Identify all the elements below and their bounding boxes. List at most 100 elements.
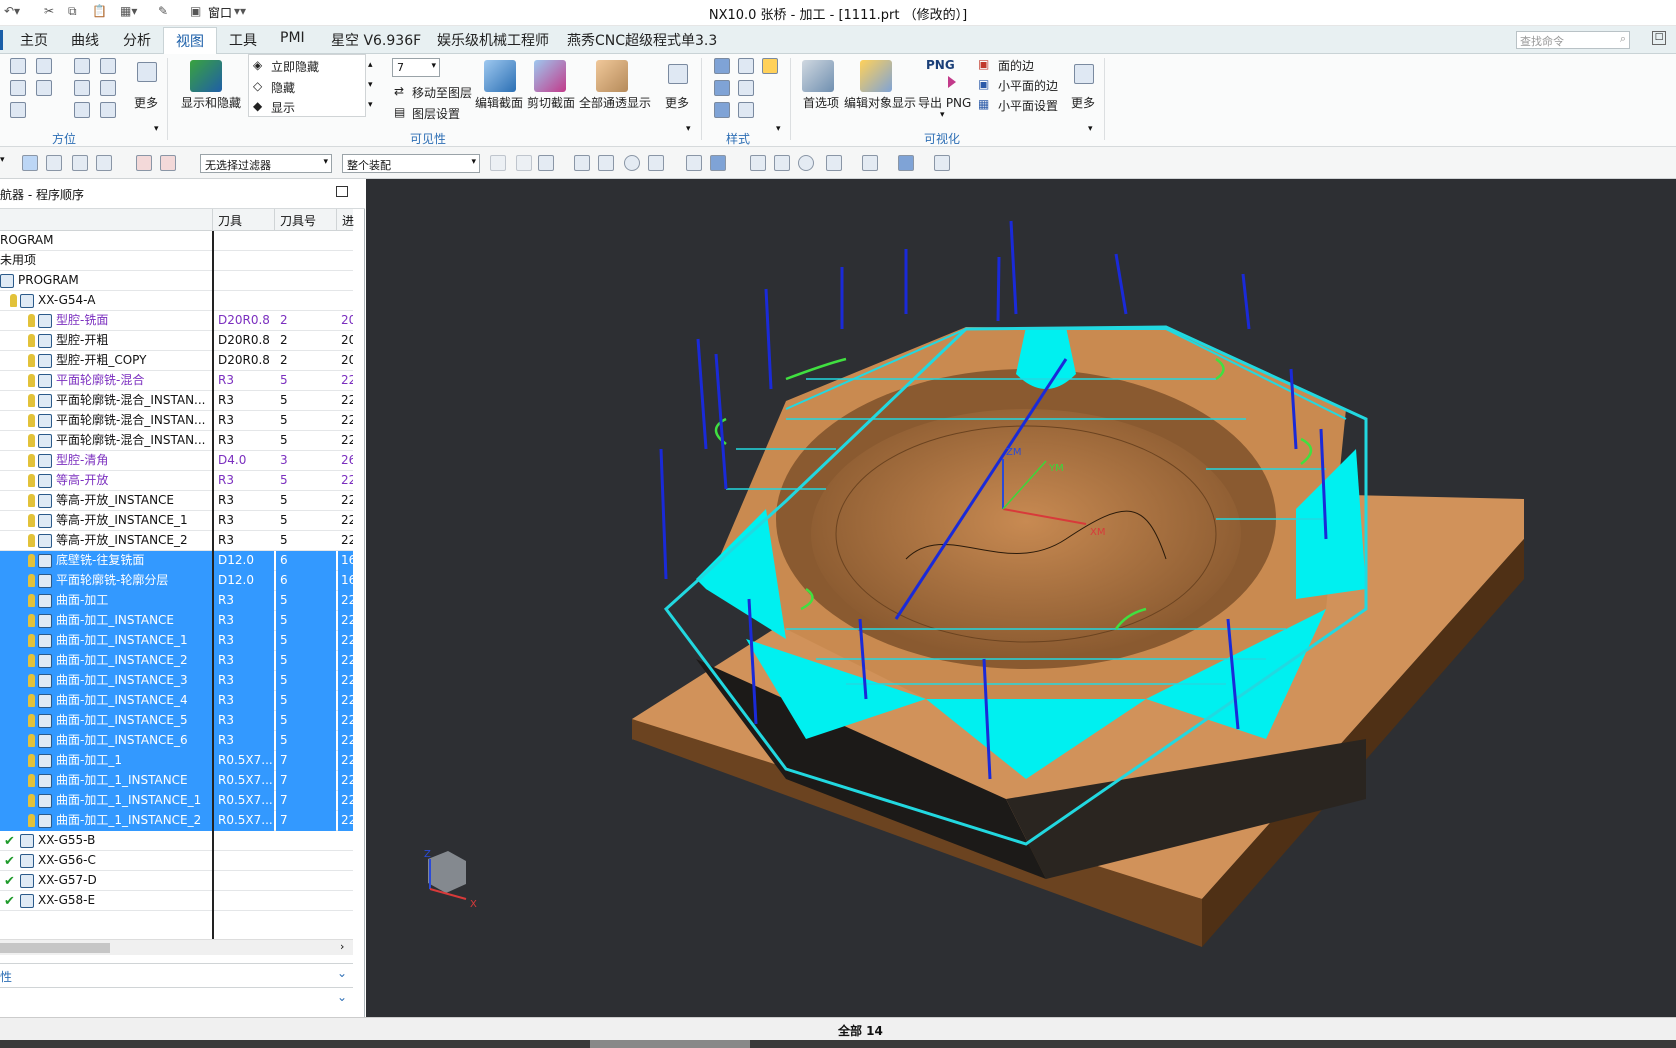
tree-row[interactable]: 平面轮廓铣-混合_INSTAN... R3 5 22 (0, 391, 353, 411)
tab-curve[interactable]: 曲线 (71, 30, 99, 50)
hide-button[interactable]: 隐藏 (271, 79, 295, 96)
tree-row[interactable]: 曲面-加工_1_INSTANCE_1 R0.5X7.... 7 22 (0, 791, 353, 811)
snap-center-icon[interactable] (624, 155, 640, 171)
move-to-layer-button[interactable]: 移动至图层 (412, 84, 472, 101)
maximize-panel-icon[interactable] (336, 186, 348, 197)
tree-row[interactable]: 等高-开放 R3 5 22 (0, 471, 353, 491)
more-visualization-icon[interactable] (1074, 64, 1094, 84)
immediate-hide-button[interactable]: 立即隐藏 (271, 58, 319, 75)
tab-view[interactable]: 视图 (163, 27, 217, 55)
reset-orient-icon[interactable] (100, 102, 116, 118)
details-panel-bar[interactable]: ⌄ (0, 987, 353, 1009)
layer-visible-icon[interactable] (934, 155, 950, 171)
scrollbar-thumb[interactable] (0, 943, 110, 953)
more-visualization-button[interactable]: 更多 (1071, 94, 1095, 111)
horizontal-scrollbar[interactable]: › (0, 939, 353, 955)
tree-row[interactable]: 曲面-加工_INSTANCE_2 R3 5 22 (0, 651, 353, 671)
search-icon[interactable]: ⌕ (1620, 32, 1626, 46)
tree-row[interactable]: ✔ XX-G55-B (0, 831, 353, 851)
tree-row[interactable]: 曲面-加工_1_INSTANCE R0.5X7.... 7 22 (0, 771, 353, 791)
select-body-icon[interactable] (46, 155, 62, 171)
tree-row[interactable]: 曲面-加工_INSTANCE R3 5 22 (0, 611, 353, 631)
snap-point-icon[interactable] (490, 155, 506, 171)
small-face-edges-button[interactable]: 小平面的边 (998, 77, 1058, 94)
fit-view-icon[interactable] (74, 58, 90, 74)
gallery-scroll-up[interactable]: ▴ (368, 60, 373, 70)
zoom-window-icon[interactable] (774, 155, 790, 171)
select-feature-icon[interactable] (22, 155, 38, 171)
face-edges-icon[interactable]: ▣ (978, 57, 989, 71)
face-edges-button[interactable]: 面的边 (998, 57, 1034, 74)
visibility-expand-icon[interactable]: ▾ (686, 124, 691, 134)
show-hide-button[interactable]: 显示和隐藏 (181, 94, 241, 111)
small-face-settings-button[interactable]: 小平面设置 (998, 97, 1058, 114)
tree-row[interactable]: 等高-开放_INSTANCE R3 5 22 (0, 491, 353, 511)
tree-row[interactable]: 曲面-加工_INSTANCE_3 R3 5 22 (0, 671, 353, 691)
tab-xingkong[interactable]: 星空 V6.936F (331, 30, 421, 50)
tree-row[interactable]: PROGRAM (0, 271, 353, 291)
show-icon[interactable]: ◆ (253, 99, 262, 113)
tab-entertainment-engineer[interactable]: 娱乐级机械工程师 (437, 30, 549, 50)
column-tool[interactable]: 刀具 (218, 212, 242, 229)
all-pass-display-icon[interactable] (596, 60, 628, 92)
style-shaded-edges-icon[interactable] (714, 58, 730, 74)
shaded-mode-icon[interactable] (898, 155, 914, 171)
fit-icon[interactable] (750, 155, 766, 171)
tree-row[interactable]: 平面轮廓铣-轮廓分层 D12.0 6 16 (0, 571, 353, 591)
preferences-icon[interactable] (802, 60, 834, 92)
snap-quadrant-icon[interactable] (648, 155, 664, 171)
view-iso-icon[interactable] (36, 58, 52, 74)
more-orient-icon[interactable] (137, 62, 157, 82)
graphics-viewport[interactable]: ZM YM XM Z X (366, 179, 1676, 1017)
taskbar-thumb[interactable] (590, 1040, 750, 1048)
tree-row[interactable]: 底壁铣-往复铣面 D12.0 6 16 (0, 551, 353, 571)
visualization-expand-icon[interactable]: ▾ (1088, 124, 1093, 134)
show-hide-icon[interactable] (190, 60, 222, 92)
chevron-down-icon[interactable]: ⌄ (337, 990, 347, 1004)
select-face-icon[interactable] (72, 155, 88, 171)
tree-row[interactable]: 曲面-加工 R3 5 22 (0, 591, 353, 611)
show-button[interactable]: 显示 (271, 99, 295, 116)
gallery-expand[interactable]: ▾ (368, 100, 373, 110)
view-top-icon[interactable] (36, 80, 52, 96)
style-face-analysis-icon[interactable] (738, 102, 754, 118)
type-filter-select[interactable]: 无选择过滤器 ▾ (200, 154, 332, 173)
render-style-icon[interactable] (862, 155, 878, 171)
snap-intersection-icon[interactable] (598, 155, 614, 171)
tree-row[interactable]: 曲面-加工_INSTANCE_5 R3 5 22 (0, 711, 353, 731)
rotate-icon[interactable] (74, 102, 90, 118)
tab-analysis[interactable]: 分析 (123, 30, 151, 50)
style-hidden-dashed-icon[interactable] (738, 80, 754, 96)
orient-view-icon[interactable] (826, 155, 842, 171)
toolpath-replay-icon[interactable] (160, 155, 176, 171)
tree-row[interactable]: ✔ XX-G58-E (0, 891, 353, 911)
immediate-hide-icon[interactable]: ◈ (253, 58, 262, 72)
orient-expand-icon[interactable]: ▾ (154, 124, 159, 134)
preferences-button[interactable]: 首选项 (803, 94, 839, 111)
layer-settings-button[interactable]: 图层设置 (412, 105, 460, 122)
tree-row[interactable]: 曲面-加工_1_INSTANCE_2 R0.5X7.... 7 22 (0, 811, 353, 831)
export-png-button[interactable]: 导出 PNG (918, 94, 971, 111)
tab-home[interactable]: 主页 (20, 30, 48, 50)
pan-icon[interactable] (74, 80, 90, 96)
column-feed[interactable]: 进 (342, 212, 354, 229)
all-pass-display-button[interactable]: 全部通透显示 (579, 94, 651, 111)
work-layer-select[interactable]: 7 ▾ (392, 58, 440, 77)
edit-object-display-button[interactable]: 编辑对象显示 (844, 94, 916, 111)
scope-filter-select[interactable]: 整个装配 ▾ (342, 154, 480, 173)
tree-row[interactable]: ✔ XX-G57-D (0, 871, 353, 891)
view-right-icon[interactable] (10, 102, 26, 118)
layer-settings-icon[interactable]: ▤ (394, 105, 405, 119)
properties-panel-bar[interactable]: 性 ⌄ (0, 963, 353, 985)
snap-end-icon[interactable] (516, 155, 532, 171)
column-tool-number[interactable]: 刀具号 (280, 212, 316, 229)
snap-on-curve-icon[interactable] (686, 155, 702, 171)
export-png-arrow[interactable]: ▾ (940, 110, 945, 120)
tab-pmi[interactable]: PMI (280, 30, 305, 46)
tree-row[interactable]: 等高-开放_INSTANCE_2 R3 5 22 (0, 531, 353, 551)
style-expand-icon[interactable]: ▾ (776, 124, 781, 134)
style-static-wireframe-icon[interactable] (714, 102, 730, 118)
tree-row[interactable]: 等高-开放_INSTANCE_1 R3 5 22 (0, 511, 353, 531)
command-search-input[interactable]: 查找命令 ⌕ (1516, 31, 1630, 49)
tree-row[interactable]: 平面轮廓铣-混合 R3 5 22 (0, 371, 353, 391)
